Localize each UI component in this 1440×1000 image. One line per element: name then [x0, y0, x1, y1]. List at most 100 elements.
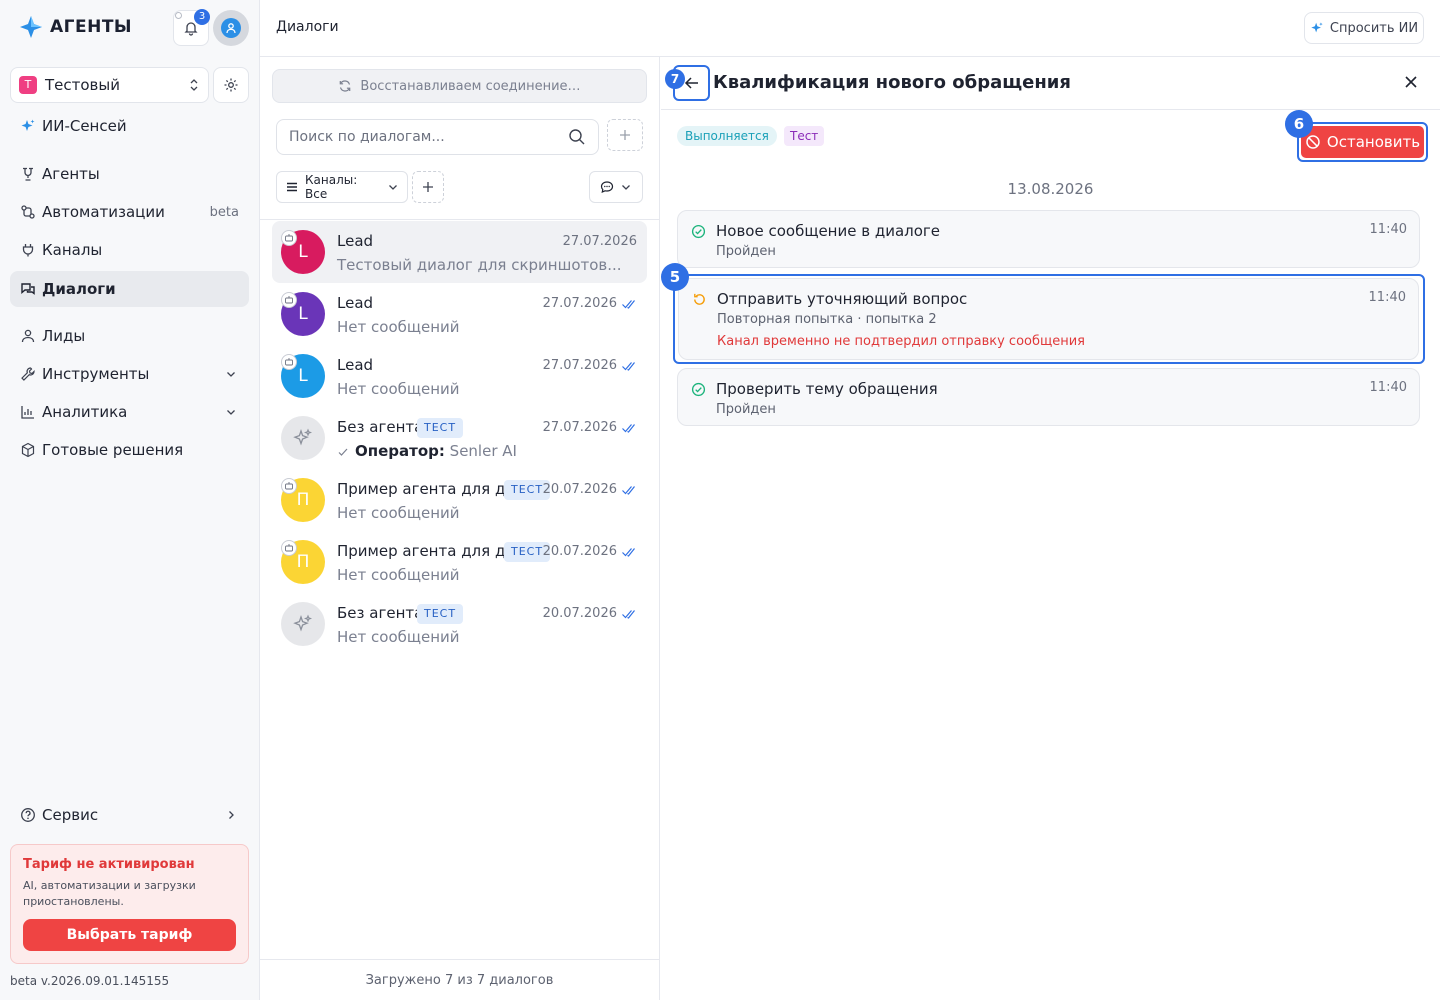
new-dialog-button[interactable] — [607, 119, 643, 151]
person-icon — [20, 328, 36, 344]
ask-ai-button[interactable]: Спросить ИИ — [1304, 12, 1424, 44]
dialog-list-item[interactable]: П Пример агента для д... ТЕСТ 20.07.2026 Нет… — [272, 469, 647, 531]
avatar-initial: L — [298, 242, 308, 262]
dialog-list-item[interactable]: L Lead 27.07.2026 Тестовый диалог для скрин… — [272, 221, 647, 283]
step-time: 11:40 — [1369, 222, 1407, 237]
dialog-preview: Нет сообщений — [337, 380, 460, 398]
channels-filter-label: Каналы: Все — [305, 173, 358, 201]
nav-automations[interactable]: Автоматизации beta — [10, 194, 249, 230]
dialog-name: Без агента — [337, 418, 424, 436]
plug-icon — [20, 242, 36, 258]
dialog-list-pane: Восстанавливаем соединение… Каналы: Все … — [260, 57, 660, 1000]
workspace-name: Тестовый — [45, 76, 120, 94]
chat-icon — [20, 281, 36, 297]
dialog-list-item[interactable]: Без агента ТЕСТ 20.07.2026 Нет сообщений — [272, 593, 647, 655]
double-check-icon — [621, 422, 637, 434]
dialog-name: Без агента — [337, 604, 424, 622]
preview-text: Нет сообщений — [337, 566, 460, 584]
nav-channels[interactable]: Каналы — [10, 232, 249, 268]
bot-badge-icon — [281, 540, 297, 556]
nav-ai-sensei[interactable]: ИИ-Сенсей — [10, 108, 249, 144]
automation-run-detail: 7 Квалификация нового обращения Выполняе… — [661, 57, 1440, 1000]
dialog-name: Пример агента для д... — [337, 480, 520, 498]
dialog-preview: Оператор: Senler AI — [337, 442, 517, 460]
dialog-search[interactable] — [276, 119, 599, 155]
step-title: Проверить тему обращения — [716, 380, 938, 398]
help-circle-icon — [20, 807, 36, 823]
dialog-list-item[interactable]: L Lead 27.07.2026 Нет сообщений — [272, 345, 647, 407]
list-icon — [285, 180, 299, 194]
search-icon[interactable] — [568, 128, 586, 146]
chevron-up-down-icon — [188, 78, 200, 92]
nav-label: Агенты — [42, 165, 100, 183]
dialog-date-wrap: 27.07.2026 — [543, 296, 637, 311]
user-avatar-button[interactable] — [213, 10, 249, 46]
nav-analytics[interactable]: Аналитика — [10, 394, 249, 430]
nav-label: Диалоги — [42, 280, 116, 298]
refresh-icon — [338, 79, 352, 93]
plus-icon — [618, 128, 632, 142]
sparkle-icon — [1310, 21, 1324, 35]
beta-badge: beta — [209, 204, 239, 220]
chevron-down-icon — [620, 181, 632, 193]
preview-text: Senler AI — [449, 442, 517, 460]
channels-filter[interactable]: Каналы: Все — [276, 171, 408, 203]
divider — [260, 219, 659, 220]
dialog-list-item[interactable]: L Lead 27.07.2026 Нет сообщений — [272, 283, 647, 345]
avatar-initial: П — [296, 552, 310, 572]
preview-text: Тестовый диалог для скриншотов... — [337, 256, 622, 274]
nav-agents[interactable]: Агенты — [10, 156, 249, 192]
avatar-initial: П — [296, 490, 310, 510]
brand-name: АГЕНТЫ — [50, 17, 133, 37]
automation-icon — [20, 204, 36, 220]
nav-service[interactable]: Сервис — [10, 797, 249, 833]
message-type-filter[interactable] — [589, 171, 643, 203]
nav-label: Готовые решения — [42, 441, 184, 459]
nav-solutions[interactable]: Готовые решения — [10, 432, 249, 468]
dialog-date-wrap: 27.07.2026 — [563, 234, 637, 249]
user-icon — [221, 18, 241, 38]
choose-tariff-button[interactable]: Выбрать тариф — [23, 919, 236, 951]
preview-prefix: Оператор: — [355, 442, 445, 460]
step-subtitle: Пройден — [716, 402, 776, 417]
loading-spinner-icon — [175, 12, 182, 19]
dialog-list-item[interactable]: П Пример агента для д... ТЕСТ 20.07.2026 Нет… — [272, 531, 647, 593]
dialog-list-item[interactable]: Без агента ТЕСТ 27.07.2026 Оператор: Senler… — [272, 407, 647, 469]
brand[interactable]: АГЕНТЫ — [18, 14, 132, 40]
add-filter-button[interactable] — [412, 171, 444, 203]
automation-step[interactable]: Новое сообщение в диалоге Пройден 11:40 — [677, 210, 1420, 268]
dialog-name: Lead — [337, 356, 374, 374]
test-tag: ТЕСТ — [417, 418, 464, 438]
nav-dialogs[interactable]: Диалоги — [10, 271, 249, 307]
dialog-date: 20.07.2026 — [542, 482, 617, 497]
workspace-selector[interactable]: Т Тестовый — [10, 67, 209, 103]
dialog-date-wrap: 27.07.2026 — [543, 420, 637, 435]
nav-tools[interactable]: Инструменты — [10, 356, 249, 392]
top-bar: Диалоги Спросить ИИ — [260, 0, 1440, 57]
dialog-name: Lead — [337, 232, 374, 250]
wrench-icon — [20, 366, 36, 382]
reconnect-text: Восстанавливаем соединение… — [360, 78, 581, 94]
nav-leads[interactable]: Лиды — [10, 318, 249, 354]
check-circle-icon — [691, 382, 706, 397]
dialog-preview: Нет сообщений — [337, 504, 460, 522]
close-button[interactable] — [1402, 73, 1420, 91]
preview-text: Нет сообщений — [337, 504, 460, 522]
dialog-date: 27.07.2026 — [542, 358, 617, 373]
search-input[interactable] — [289, 129, 568, 145]
reconnect-banner: Восстанавливаем соединение… — [272, 69, 647, 103]
sparkle-icon — [292, 427, 314, 449]
automation-step[interactable]: Проверить тему обращения Пройден 11:40 — [677, 368, 1420, 426]
nav-label: Аналитика — [42, 403, 128, 421]
agents-icon — [20, 166, 36, 182]
workspace-settings-button[interactable] — [213, 67, 249, 103]
ask-ai-label: Спросить ИИ — [1329, 20, 1419, 36]
dialog-avatar — [281, 602, 325, 646]
date-separator: 13.08.2026 — [1007, 180, 1094, 198]
test-tag: ТЕСТ — [417, 604, 464, 624]
nav-label: Инструменты — [42, 365, 150, 383]
version-label: beta v.2026.09.01.145155 — [10, 974, 170, 988]
workspace-badge: Т — [19, 76, 37, 94]
chevron-right-icon — [225, 809, 237, 821]
stop-button[interactable]: Остановить — [1301, 126, 1424, 158]
